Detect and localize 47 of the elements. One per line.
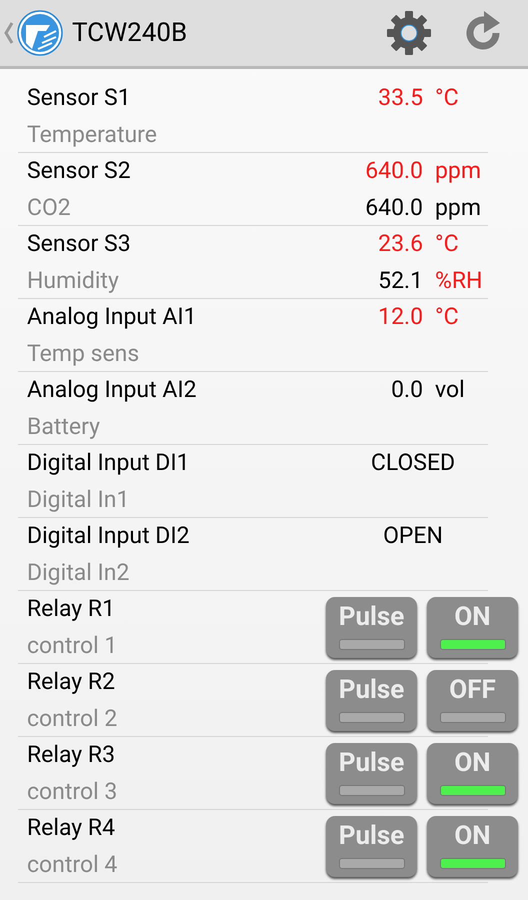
reading-unit: °C [435, 229, 459, 259]
item-name: Sensor S1 [27, 83, 132, 113]
item-name: Relay R2 [27, 667, 116, 697]
reading-value: 640.0 [364, 192, 423, 222]
item-description: Humidity [27, 266, 120, 296]
item-name: Relay R1 [27, 594, 116, 624]
item-description: CO2 [27, 192, 72, 222]
toggle-button[interactable]: ON [427, 596, 518, 658]
item-name: Sensor S3 [27, 229, 132, 259]
pulse-button[interactable]: Pulse [326, 670, 417, 730]
reading-value: 12.0 [377, 302, 423, 332]
app-title: TCW240B [72, 18, 188, 48]
reading-unit: °C [435, 83, 459, 113]
reading-unit: ppm [435, 192, 481, 222]
item-name: Digital Input DI2 [27, 521, 191, 551]
reading-value: 23.6 [377, 229, 423, 259]
reading-value: 52.1 [377, 266, 423, 296]
reading-value: 0.0 [390, 375, 423, 405]
reading-unit: %RH [435, 266, 482, 296]
reading-unit: vol [435, 375, 465, 405]
item-name: Relay R3 [27, 740, 116, 770]
item-description: control 3 [27, 776, 118, 806]
item-name: Digital Input DI1 [27, 448, 191, 478]
reading-value: 640.0 [364, 156, 423, 186]
item-description: Digital In1 [27, 484, 130, 514]
item-description: control 4 [27, 850, 118, 880]
item-name: Sensor S2 [27, 156, 132, 186]
toggle-button[interactable]: ON [427, 816, 518, 876]
toggle-button[interactable]: OFF [427, 670, 518, 730]
pulse-button[interactable]: Pulse [326, 596, 417, 658]
item-description: Temp sens [27, 338, 140, 368]
item-description: Temperature [27, 120, 158, 150]
reading-unit: ppm [435, 156, 481, 186]
pulse-button[interactable]: Pulse [326, 816, 417, 876]
pulse-button[interactable]: Pulse [326, 742, 417, 804]
reading-value: 33.5 [377, 83, 423, 113]
item-name: Analog Input AI1 [27, 302, 198, 332]
reading-unit: °C [435, 302, 459, 332]
item-description: Digital In2 [27, 558, 130, 588]
item-description: control 2 [27, 704, 118, 734]
input-state: CLOSED [370, 448, 456, 478]
input-state: OPEN [382, 521, 444, 551]
toggle-button[interactable]: ON [427, 742, 518, 804]
item-description: control 1 [27, 630, 118, 660]
item-description: Battery [27, 412, 101, 442]
item-name: Relay R4 [27, 813, 116, 843]
item-name: Analog Input AI2 [27, 375, 198, 405]
